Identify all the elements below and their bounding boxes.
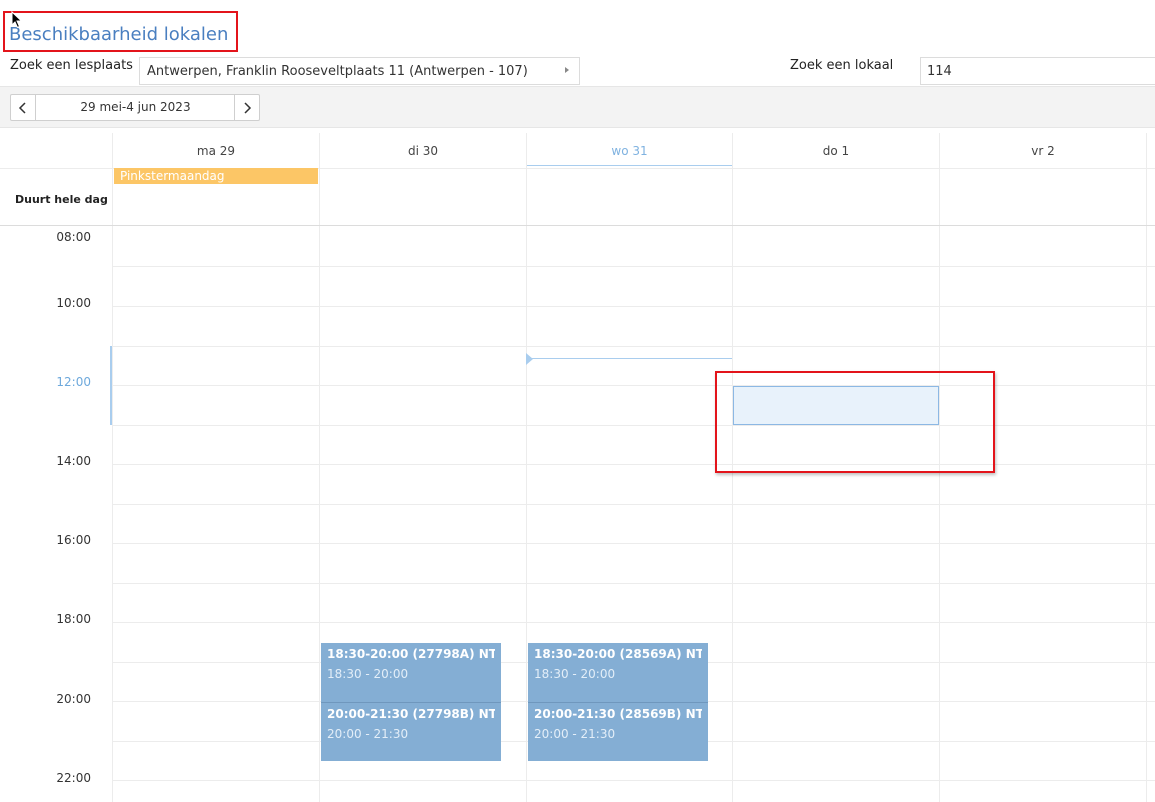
day-header-wo[interactable]: wo 31 [527,133,732,169]
grid-line [112,425,1155,426]
time-label: 10:00 [56,296,91,310]
date-navigator: 29 mei-4 jun 2023 [10,94,260,121]
today-underline [527,165,732,166]
event-time: 20:00 - 21:30 [327,727,409,741]
grid-line [112,306,1155,307]
time-label: 22:00 [56,771,91,785]
event-title: 20:00-21:30 (28569B) NT2 ... [534,707,702,721]
chevron-right-icon [244,101,252,114]
time-label-current: 12:00 [56,375,91,389]
grid-line [0,225,1155,226]
prev-week-button[interactable] [11,95,36,120]
chevron-left-icon [18,101,26,114]
time-label: 18:00 [56,612,91,626]
lesplaats-value: Antwerpen, Franklin Rooseveltplaats 11 (… [147,64,528,79]
grid-line [112,464,1155,465]
event-title: 18:30-20:00 (28569A) NT2 ... [534,647,702,661]
time-label: 14:00 [56,454,91,468]
grid-line [112,622,1155,623]
calendar-event[interactable]: 18:30-20:00 (28569A) NT2 ... 18:30 - 20:… [528,643,708,702]
calendar-toolbar: 29 mei-4 jun 2023 [0,86,1155,128]
lokaal-input[interactable] [920,57,1155,85]
event-time: 18:30 - 20:00 [327,667,409,681]
grid-line [112,583,1155,584]
grid-line [112,385,1155,386]
grid-line [112,543,1155,544]
event-title: 20:00-21:30 (27798B) NT2 ... [327,707,495,721]
allday-label: Duurt hele dag [15,193,108,206]
current-time-bar [110,346,112,425]
time-label: 20:00 [56,692,91,706]
selection-highlight-box [715,371,995,473]
day-header-vr[interactable]: vr 2 [940,133,1146,169]
day-header-ma[interactable]: ma 29 [113,133,319,169]
lokaal-label: Zoek een lokaal [790,58,894,73]
time-label: 16:00 [56,533,91,547]
allday-event[interactable]: Pinkstermaandag [114,168,318,184]
lesplaats-label: Zoek een lesplaats [10,58,133,73]
calendar-event[interactable]: 20:00-21:30 (28569B) NT2 ... 20:00 - 21:… [528,702,708,761]
event-title: 18:30-20:00 (27798A) NT2 ... [327,647,495,661]
next-week-button[interactable] [234,95,259,120]
event-time: 18:30 - 20:00 [534,667,616,681]
time-label: 08:00 [56,230,91,244]
current-time-line [532,358,732,359]
day-header-do[interactable]: do 1 [733,133,939,169]
grid-line [112,346,1155,347]
caret-right-icon [565,67,569,73]
day-header-di[interactable]: di 30 [320,133,526,169]
calendar-event[interactable]: 20:00-21:30 (27798B) NT2 ... 20:00 - 21:… [321,702,501,761]
grid-line [112,266,1155,267]
current-time-arrow-icon [526,353,533,365]
title-highlight-box [3,11,238,52]
grid-line [112,780,1155,781]
grid-line [112,504,1155,505]
calendar-event[interactable]: 18:30-20:00 (27798A) NT2 ... 18:30 - 20:… [321,643,501,702]
mouse-cursor-icon [11,11,23,29]
lesplaats-select[interactable]: Antwerpen, Franklin Rooseveltplaats 11 (… [139,57,580,85]
event-time: 20:00 - 21:30 [534,727,616,741]
date-range-label[interactable]: 29 mei-4 jun 2023 [36,95,235,120]
